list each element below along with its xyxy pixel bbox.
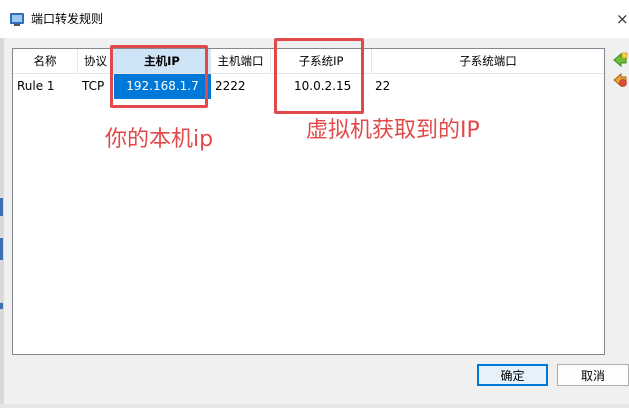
background-window-edge	[0, 38, 4, 408]
cell-host-port[interactable]: 2222	[215, 74, 271, 99]
column-header-host-port[interactable]: 主机端口	[211, 49, 271, 73]
guest-ip-highlight-box	[274, 38, 364, 114]
column-header-guest-port[interactable]: 子系统端口	[372, 49, 604, 73]
close-icon[interactable]: ×	[616, 10, 629, 28]
column-header-name[interactable]: 名称	[13, 49, 78, 73]
cell-guest-port[interactable]: 22	[375, 74, 604, 99]
host-ip-highlight-box	[110, 45, 208, 108]
remove-rule-icon[interactable]	[612, 72, 628, 88]
dialog-title: 端口转发规则	[31, 12, 104, 26]
guest-ip-annotation: 虚拟机获取到的IP	[306, 118, 480, 143]
title-bar: 端口转发规则 ×	[0, 0, 629, 39]
host-ip-annotation: 你的本机ip	[105, 127, 214, 152]
virtualbox-app-icon	[10, 13, 24, 26]
ok-button[interactable]: 确定	[477, 364, 548, 386]
port-forwarding-dialog: 端口转发规则 × 名称 协议 主机IP 主机端口 子系统IP 子系统端口 Rul…	[0, 0, 629, 408]
add-rule-icon[interactable]	[612, 52, 628, 68]
cancel-button[interactable]: 取消	[557, 364, 629, 386]
window-bottom-edge	[0, 404, 629, 408]
column-header-protocol[interactable]: 协议	[78, 49, 114, 73]
cell-name[interactable]: Rule 1	[17, 74, 78, 99]
